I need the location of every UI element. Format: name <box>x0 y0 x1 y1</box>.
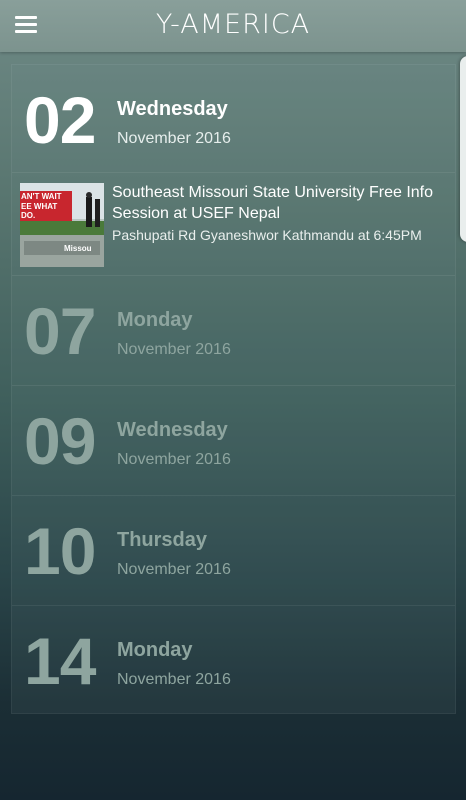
drawer-handle[interactable] <box>460 56 466 242</box>
event-location: Pashupati Rd Gyaneshwor Kathmandu at 6:4… <box>112 227 422 243</box>
day-number: 09 <box>24 404 96 478</box>
day-weekday: Monday <box>117 639 193 661</box>
day-month-year: November 2016 <box>117 561 231 578</box>
day-header-14[interactable]: 14 Monday November 2016 <box>12 606 455 715</box>
event-list: 02 Wednesday November 2016 AN'T WAIT EE … <box>11 64 456 714</box>
day-header-02[interactable]: 02 Wednesday November 2016 <box>12 65 455 173</box>
day-weekday: Wednesday <box>117 98 228 120</box>
day-weekday: Wednesday <box>117 419 228 441</box>
day-number: 14 <box>24 624 96 698</box>
day-header-07[interactable]: 07 Monday November 2016 <box>12 276 455 386</box>
day-header-10[interactable]: 10 Thursday November 2016 <box>12 496 455 606</box>
day-number: 02 <box>24 83 96 157</box>
thumb-text-line-2: EE WHAT <box>21 202 57 211</box>
day-number: 07 <box>24 294 96 368</box>
day-month-year: November 2016 <box>117 451 231 468</box>
thumb-text-line-3: DO. <box>21 211 35 220</box>
day-month-year: November 2016 <box>117 341 231 358</box>
day-month-year: November 2016 <box>117 671 231 688</box>
event-title: Southeast Missouri State University Free… <box>112 184 434 222</box>
day-weekday: Monday <box>117 309 193 331</box>
day-header-09[interactable]: 09 Wednesday November 2016 <box>12 386 455 496</box>
thumb-text-line-1: AN'T WAIT <box>21 192 62 201</box>
app-title: Y-AMERICA <box>155 9 311 40</box>
thumb-text-line-4: Missou <box>64 244 92 253</box>
event-item[interactable]: AN'T WAIT EE WHAT DO. Missou Southeast M… <box>12 173 455 276</box>
event-thumbnail: AN'T WAIT EE WHAT DO. Missou <box>20 183 104 267</box>
app-header: Y-AMERICA <box>0 0 466 52</box>
day-weekday: Thursday <box>117 529 208 551</box>
day-number: 10 <box>24 514 96 588</box>
day-month-year: November 2016 <box>117 130 231 147</box>
